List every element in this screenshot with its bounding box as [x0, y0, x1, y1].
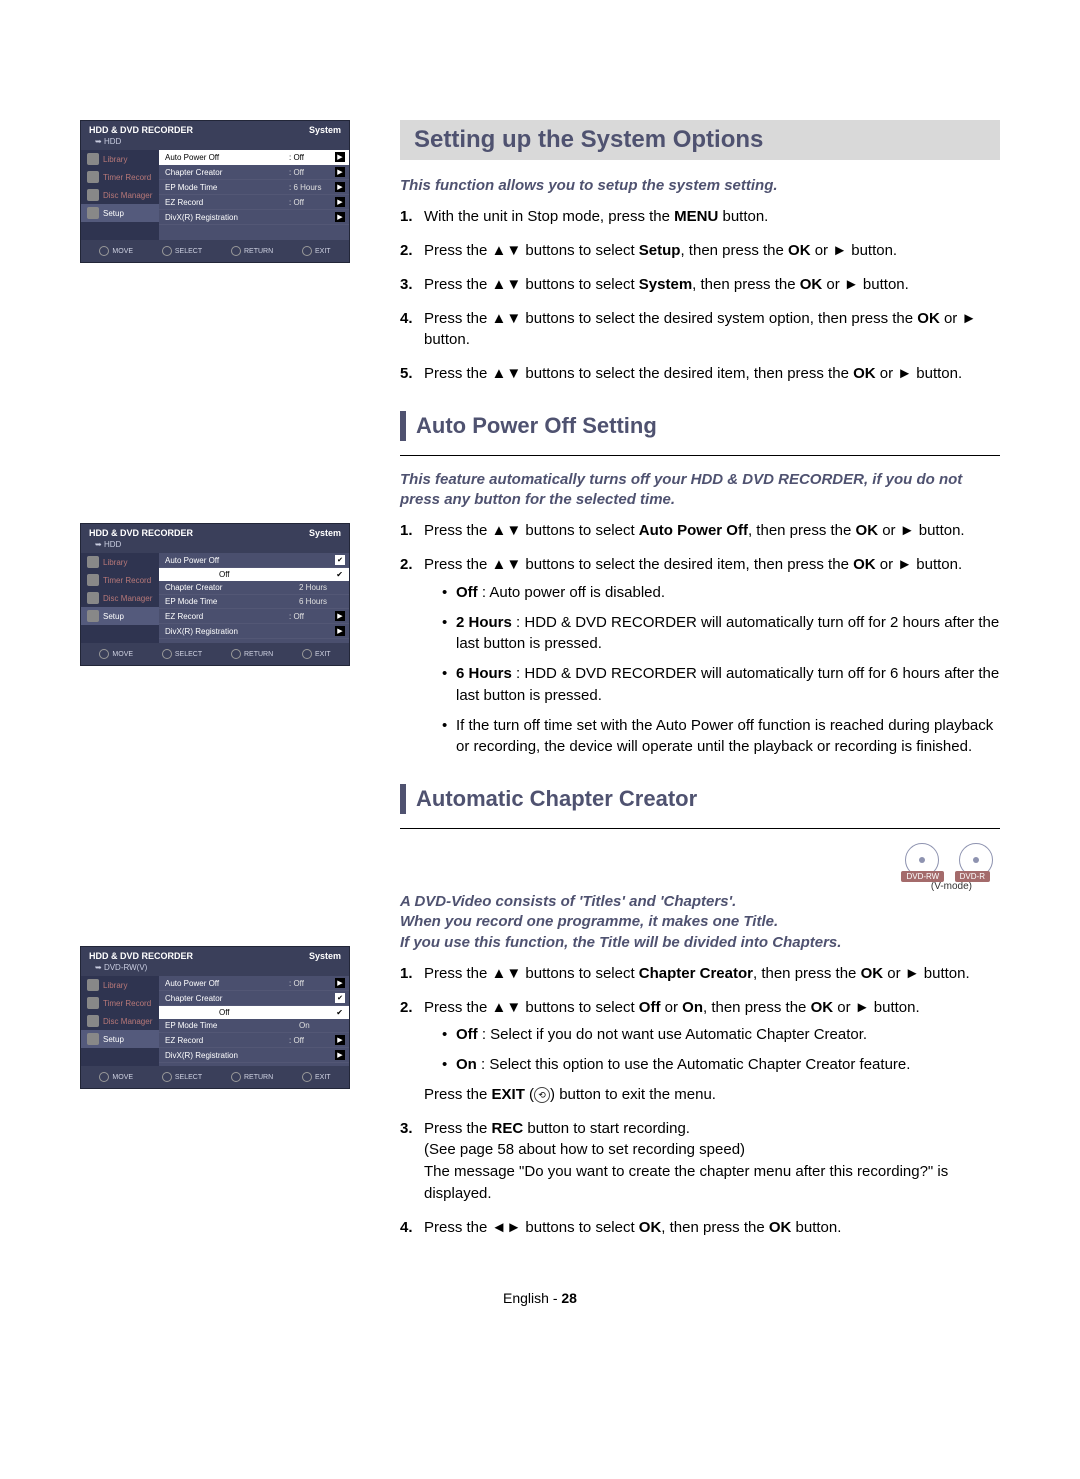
- step: Press the REC button to start recording.…: [400, 1118, 1000, 1205]
- library-icon: [87, 153, 99, 165]
- disc-icon: [87, 1015, 99, 1027]
- osd-title: HDD & DVD RECORDER: [89, 125, 193, 135]
- disc-icon: [87, 189, 99, 201]
- step: Press the ▲▼ buttons to select the desir…: [400, 554, 1000, 758]
- osd-footer: MOVESELECTRETURNEXIT: [81, 240, 349, 262]
- osd-list: Auto Power Off: Off▶ Chapter Creator: Of…: [159, 150, 349, 240]
- setup-icon: [87, 610, 99, 622]
- osd-title: HDD & DVD RECORDER: [89, 951, 193, 961]
- timer-icon: [87, 574, 99, 586]
- osd-corner: System: [309, 951, 341, 961]
- disc-caption: (V-mode): [400, 881, 1000, 892]
- right-column: Setting up the System Options This funct…: [400, 120, 1000, 1250]
- section1-steps: With the unit in Stop mode, press the ME…: [400, 206, 1000, 385]
- section-heading-chapter-creator: Automatic Chapter Creator: [400, 784, 1000, 814]
- section2-bullets: Off : Auto power off is disabled. 2 Hour…: [424, 582, 1000, 758]
- osd-corner: System: [309, 125, 341, 135]
- disc-icons: DVD-RW DVD-R: [400, 843, 996, 877]
- bullet: 2 Hours : HDD & DVD RECORDER will automa…: [442, 612, 1000, 656]
- osd-corner: System: [309, 528, 341, 538]
- bullet: On : Select this option to use the Autom…: [442, 1054, 1000, 1076]
- step: Press the ◄► buttons to select OK, then …: [400, 1217, 1000, 1239]
- osd-nav: Library Timer Record Disc Manager Setup: [81, 150, 159, 240]
- osd-screenshot-1: HDD & DVD RECORDER System ➥ HDD Library …: [80, 120, 350, 263]
- library-icon: [87, 556, 99, 568]
- step: Press the ▲▼ buttons to select the desir…: [400, 363, 1000, 385]
- step: Press the ▲▼ buttons to select Auto Powe…: [400, 520, 1000, 542]
- osd-screenshot-3: HDD & DVD RECORDER System ➥ DVD-RW(V) Li…: [80, 946, 350, 1089]
- side-tab: System Setup: [0, 285, 1, 410]
- osd-breadcrumb: ➥ DVD-RW(V): [81, 963, 349, 976]
- section1-intro: This function allows you to setup the sy…: [400, 176, 1000, 196]
- osd-title: HDD & DVD RECORDER: [89, 528, 193, 538]
- bullet: Off : Select if you do not want use Auto…: [442, 1024, 1000, 1046]
- step: Press the ▲▼ buttons to select the desir…: [400, 308, 1000, 352]
- timer-icon: [87, 171, 99, 183]
- bullet: If the turn off time set with the Auto P…: [442, 715, 1000, 759]
- section-heading-system-options: Setting up the System Options: [400, 120, 1000, 160]
- disc-icon: [87, 592, 99, 604]
- osd-breadcrumb: ➥ HDD: [81, 540, 349, 553]
- bullet: Off : Auto power off is disabled.: [442, 582, 1000, 604]
- section-heading-auto-power-off: Auto Power Off Setting: [400, 411, 1000, 441]
- osd-screenshot-2: HDD & DVD RECORDER System ➥ HDD Library …: [80, 523, 350, 666]
- section3-intro: A DVD-Video consists of 'Titles' and 'Ch…: [400, 892, 1000, 953]
- library-icon: [87, 979, 99, 991]
- page-layout: HDD & DVD RECORDER System ➥ HDD Library …: [80, 120, 1000, 1250]
- setup-icon: [87, 1033, 99, 1045]
- left-column: HDD & DVD RECORDER System ➥ HDD Library …: [80, 120, 360, 1250]
- step: Press the ▲▼ buttons to select System, t…: [400, 274, 1000, 296]
- section2-steps: Press the ▲▼ buttons to select Auto Powe…: [400, 520, 1000, 758]
- page-footer: English - 28: [80, 1290, 1000, 1306]
- section3-steps: Press the ▲▼ buttons to select Chapter C…: [400, 963, 1000, 1239]
- timer-icon: [87, 997, 99, 1009]
- step: Press the ▲▼ buttons to select Off or On…: [400, 997, 1000, 1106]
- step: With the unit in Stop mode, press the ME…: [400, 206, 1000, 228]
- step: Press the ▲▼ buttons to select Chapter C…: [400, 963, 1000, 985]
- bullet: 6 Hours : HDD & DVD RECORDER will automa…: [442, 663, 1000, 707]
- section2-intro: This feature automatically turns off you…: [400, 470, 1000, 511]
- osd-breadcrumb: ➥ HDD: [81, 137, 349, 150]
- setup-icon: [87, 207, 99, 219]
- step: Press the ▲▼ buttons to select Setup, th…: [400, 240, 1000, 262]
